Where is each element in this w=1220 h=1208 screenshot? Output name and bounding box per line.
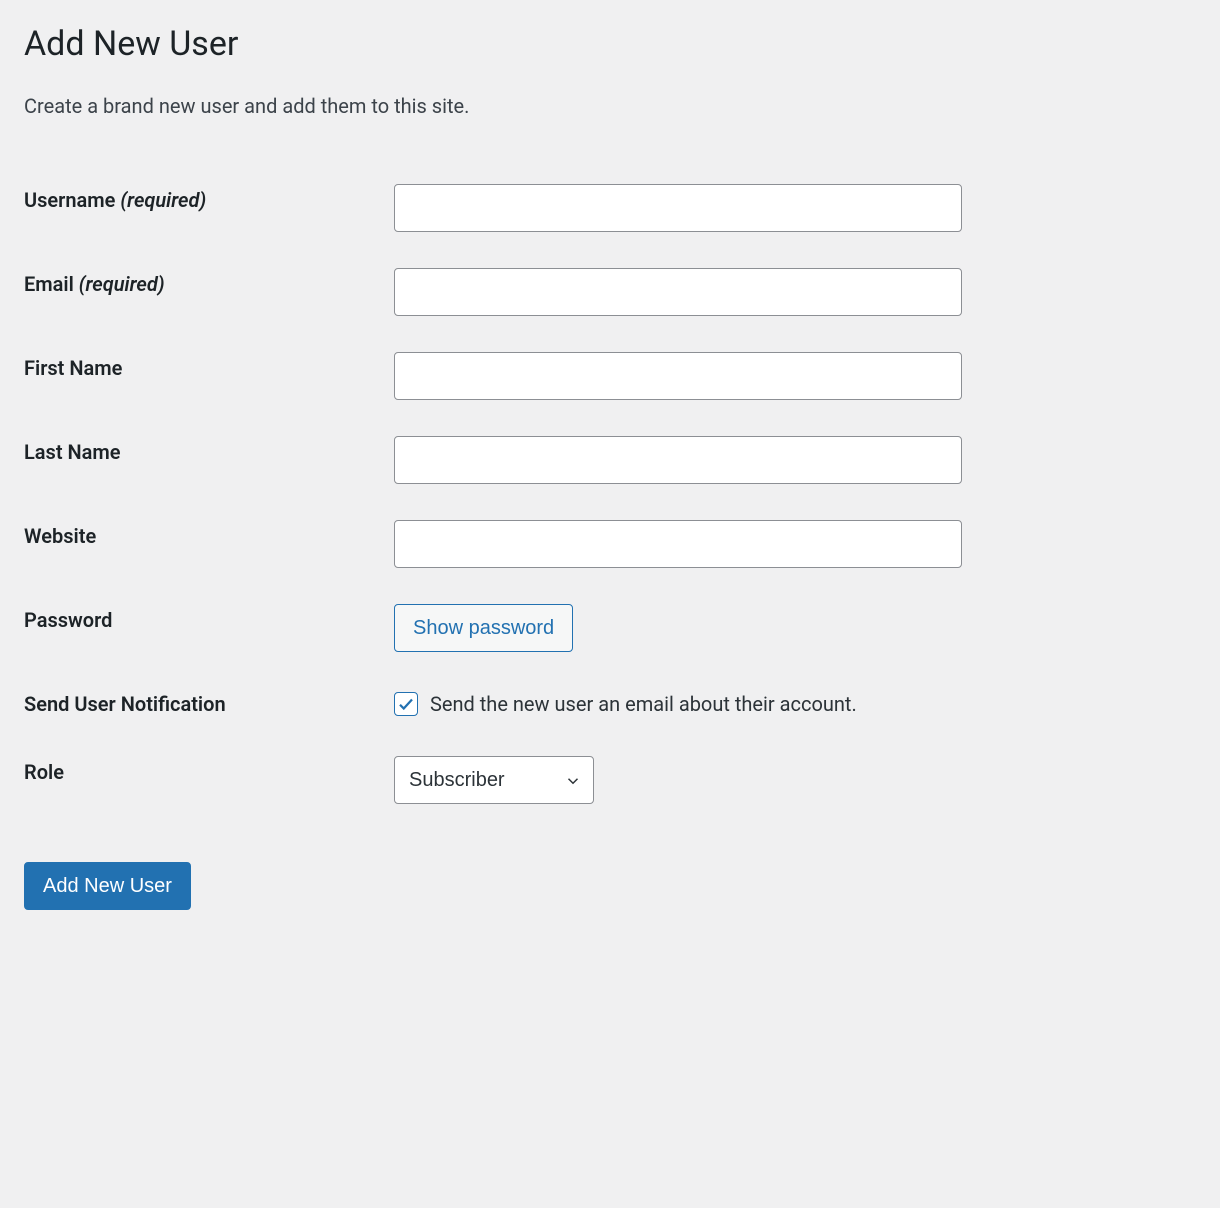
- last-name-input[interactable]: [394, 436, 962, 484]
- notification-checkbox-label: Send the new user an email about their a…: [430, 692, 857, 716]
- row-website: Website: [24, 502, 1196, 586]
- role-select-wrapper: Subscriber: [394, 756, 594, 804]
- label-username: Username (required): [24, 166, 384, 250]
- notification-checkbox[interactable]: [394, 692, 418, 716]
- page-description: Create a brand new user and add them to …: [24, 94, 1196, 118]
- row-password: Password Show password: [24, 586, 1196, 670]
- label-last-name: Last Name: [24, 418, 384, 502]
- label-first-name: First Name: [24, 334, 384, 418]
- show-password-button[interactable]: Show password: [394, 604, 573, 652]
- add-new-user-button[interactable]: Add New User: [24, 862, 191, 910]
- notification-checkbox-wrapper: Send the new user an email about their a…: [394, 692, 1186, 716]
- row-first-name: First Name: [24, 334, 1196, 418]
- submit-row: Add New User: [24, 862, 1196, 910]
- label-role: Role: [24, 738, 384, 822]
- label-notification: Send User Notification: [24, 670, 384, 738]
- role-select[interactable]: Subscriber: [394, 756, 594, 804]
- page-title: Add New User: [24, 24, 1196, 64]
- email-input[interactable]: [394, 268, 962, 316]
- row-role: Role Subscriber: [24, 738, 1196, 822]
- label-email-text: Email: [24, 272, 79, 296]
- label-email-required: (required): [79, 272, 165, 296]
- row-notification: Send User Notification Send the new user…: [24, 670, 1196, 738]
- first-name-input[interactable]: [394, 352, 962, 400]
- user-form: Username (required) Email (required) Fir…: [24, 166, 1196, 822]
- username-input[interactable]: [394, 184, 962, 232]
- row-last-name: Last Name: [24, 418, 1196, 502]
- label-website: Website: [24, 502, 384, 586]
- label-email: Email (required): [24, 250, 384, 334]
- label-username-required: (required): [120, 188, 206, 212]
- label-password: Password: [24, 586, 384, 670]
- row-email: Email (required): [24, 250, 1196, 334]
- website-input[interactable]: [394, 520, 962, 568]
- row-username: Username (required): [24, 166, 1196, 250]
- label-username-text: Username: [24, 188, 120, 212]
